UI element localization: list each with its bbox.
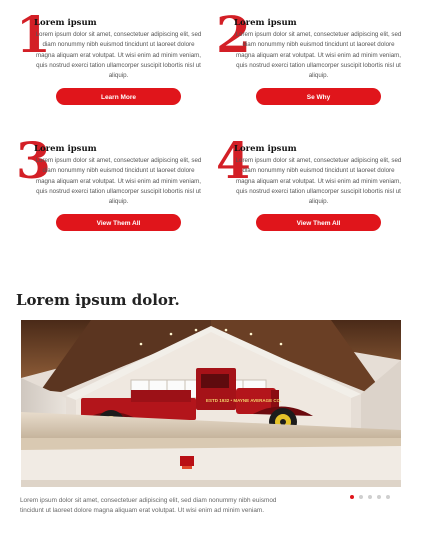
slider-dot-2[interactable] [359, 495, 363, 499]
truck-sign-text: ESTD 1932 • MAYNE AVERAGE CO. [206, 398, 281, 403]
card-title: Lorem ipsum [34, 18, 97, 28]
card-body: Lorem ipsum dolor sit amet, consectetuer… [235, 31, 402, 80]
slider-dot-3[interactable] [368, 495, 372, 499]
slider-image: ESTD 1932 • MAYNE AVERAGE CO. [21, 320, 401, 487]
card-title: Lorem ipsum [34, 144, 97, 154]
card-title: Lorem ipsum [234, 18, 297, 28]
card-body: Lorem ipsum dolor sit amet, consectetuer… [235, 157, 402, 206]
feature-card-2: 2 Lorem ipsum Lorem ipsum dolor sit amet… [216, 10, 406, 106]
view-them-all-button[interactable]: View Them All [56, 214, 181, 232]
learn-more-button[interactable]: Learn More [56, 88, 181, 106]
card-title: Lorem ipsum [234, 144, 297, 154]
feature-card-1: 1 Lorem ipsum Lorem ipsum dolor sit amet… [16, 10, 206, 106]
see-why-button[interactable]: Se Why [256, 88, 381, 106]
view-them-all-button[interactable]: View Them All [256, 214, 381, 232]
slider-dot-4[interactable] [377, 495, 381, 499]
slider-dot-5[interactable] [386, 495, 390, 499]
section-title: Lorem ipsum dolor. [16, 291, 180, 309]
feature-card-4: 4 Lorem ipsum Lorem ipsum dolor sit amet… [216, 136, 406, 232]
slide-caption: Lorem ipsum dolor sit amet, consectetuer… [20, 497, 277, 514]
card-body: Lorem ipsum dolor sit amet, consectetuer… [35, 31, 202, 80]
card-body: Lorem ipsum dolor sit amet, consectetuer… [35, 157, 202, 206]
truck-photo: ESTD 1932 • MAYNE AVERAGE CO. [21, 320, 401, 487]
slider-pagination [350, 495, 390, 499]
feature-card-3: 3 Lorem ipsum Lorem ipsum dolor sit amet… [16, 136, 206, 232]
slider-dot-1[interactable] [350, 495, 354, 499]
